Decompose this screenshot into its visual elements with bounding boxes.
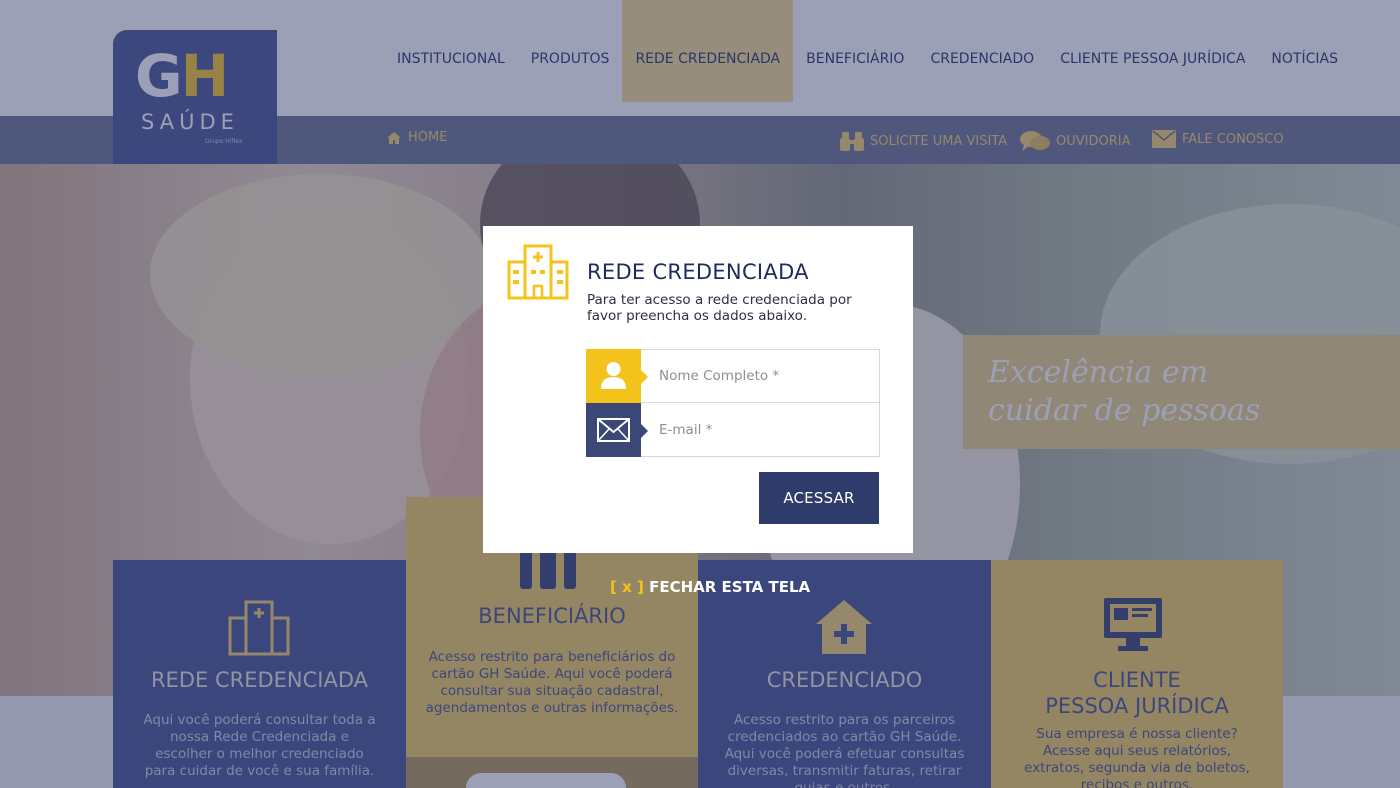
close-x-label: [ x ] [610, 578, 644, 596]
close-modal-link[interactable]: [ x ] FECHAR ESTA TELA [610, 578, 810, 596]
email-field-icon-box [586, 403, 648, 457]
envelope-icon [597, 418, 630, 442]
user-icon [601, 362, 626, 389]
email-input[interactable] [647, 403, 875, 456]
email-field-group [586, 403, 880, 457]
modal-instructions: Para ter acesso a rede credenciada por f… [587, 292, 852, 324]
name-input[interactable] [647, 350, 875, 402]
name-field-group [586, 349, 880, 404]
name-field-icon-box [586, 349, 648, 404]
acessar-button[interactable]: ACESSAR [759, 472, 879, 524]
close-label: FECHAR ESTA TELA [649, 578, 811, 596]
hospital-building-icon [507, 244, 569, 300]
rede-credenciada-modal: REDE CREDENCIADA Para ter acesso a rede … [483, 226, 913, 553]
modal-title: REDE CREDENCIADA [587, 260, 809, 284]
